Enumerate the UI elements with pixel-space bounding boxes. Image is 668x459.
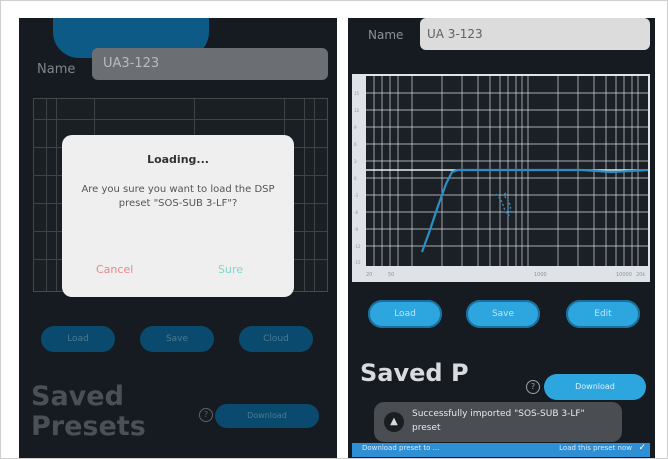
- dialog-message: Are you sure you want to load the DSP pr…: [81, 184, 275, 209]
- y-tick: 12: [354, 108, 360, 113]
- dialog-title: Loading...: [147, 153, 209, 166]
- x-tick: 50: [388, 272, 394, 278]
- x-tick: 20k: [636, 272, 645, 278]
- check-icon[interactable]: ✓: [638, 443, 646, 453]
- y-tick: -3: [354, 193, 358, 198]
- load-button[interactable]: Load: [368, 300, 442, 328]
- edit-button[interactable]: Edit: [566, 300, 640, 328]
- y-tick: -15: [354, 260, 361, 265]
- x-tick: 10000: [616, 272, 632, 278]
- y-tick: 15: [354, 91, 360, 96]
- y-tick: -9: [354, 227, 358, 232]
- eq-response-graph: 15 12 9 6 3 0 -3 -6 -9 -12 -15 20 50 100…: [352, 74, 650, 282]
- left-phone-screen: Name UA3-123 Load Save Cloud Saved Prese…: [19, 18, 337, 458]
- help-icon[interactable]: ?: [199, 408, 213, 422]
- x-tick: 1000: [534, 272, 547, 278]
- load-button[interactable]: Load: [41, 326, 115, 352]
- dialog-cancel-button[interactable]: Cancel: [96, 263, 133, 276]
- bottom-action-bar[interactable]: Download preset to ... Load this preset …: [352, 443, 650, 457]
- x-tick: 20: [366, 272, 372, 278]
- cloud-button[interactable]: Cloud: [239, 326, 313, 352]
- download-button[interactable]: Download: [215, 404, 319, 428]
- eq-graph-svg: 15 12 9 6 3 0 -3 -6 -9 -12 -15 20 50 100…: [352, 74, 650, 282]
- app-logo-icon: ▲: [384, 412, 404, 432]
- help-icon[interactable]: ?: [526, 380, 540, 394]
- dialog-confirm-button[interactable]: Sure: [218, 263, 243, 276]
- import-success-toast: ▲ Successfully imported "SOS-SUB 3-LF" p…: [374, 402, 622, 442]
- y-tick: -6: [354, 210, 358, 215]
- name-label: Name: [37, 62, 76, 77]
- saved-presets-title: Saved Presets: [31, 381, 146, 442]
- name-input[interactable]: UA 3-123: [420, 18, 650, 50]
- toast-message: Successfully imported "SOS-SUB 3-LF" pre…: [412, 409, 585, 433]
- save-button[interactable]: Save: [466, 300, 540, 328]
- saved-presets-title: Saved P: [360, 359, 469, 387]
- y-tick: -12: [354, 244, 361, 249]
- download-button[interactable]: Download: [544, 374, 646, 400]
- name-label: Name: [368, 28, 404, 42]
- name-input[interactable]: UA3-123: [92, 48, 328, 80]
- confirm-load-dialog: Loading... Are you sure you want to load…: [62, 135, 294, 297]
- bottom-bar-left-text: Download preset to ...: [362, 444, 440, 452]
- right-phone-screen: Name UA 3-123 15 12 9 6 3 0 -3 -6 -9 -12…: [348, 18, 655, 458]
- bottom-bar-right-text: Load this preset now: [559, 444, 632, 452]
- save-button[interactable]: Save: [140, 326, 214, 352]
